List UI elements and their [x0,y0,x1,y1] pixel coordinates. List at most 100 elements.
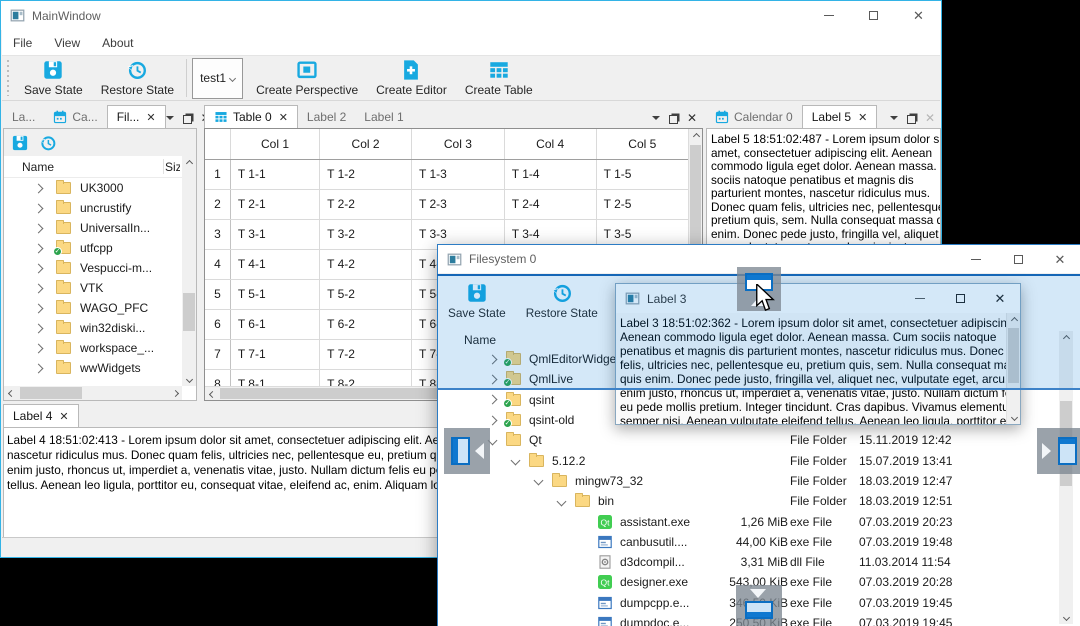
create-editor-button[interactable]: Create Editor [367,57,456,99]
table-row-header[interactable]: 1 [205,158,231,190]
fs-tree-item-bin[interactable]: bin File Folder 18.03.2019 12:51 [438,491,1080,511]
table-cell[interactable]: T 6-1 [229,308,321,340]
left-tree-hscrollbar[interactable] [4,386,182,400]
chevron-right-icon[interactable] [33,203,44,213]
chevron-right-icon[interactable] [33,263,44,273]
tab-la[interactable]: La... [3,106,44,128]
table-cell[interactable]: T 1-3 [411,158,505,190]
tab-label5[interactable]: Label 5 ✕ [801,105,878,128]
table-column-header[interactable]: Col 3 [411,129,505,160]
table-cell[interactable]: T 2-5 [595,188,688,220]
chevron-down-icon[interactable] [510,455,521,466]
tabs-menu-button[interactable] [889,116,898,120]
minimize-button[interactable] [955,245,997,274]
close-group-button[interactable]: ✕ [687,112,697,124]
tree-item-wwWidgets[interactable]: wwWidgets [4,358,182,378]
table-row-header[interactable]: 2 [205,188,231,220]
tabs-menu-button[interactable] [651,116,660,120]
tab-fil[interactable]: Fil... ✕ [106,105,166,128]
table-cell[interactable]: T 2-4 [503,188,597,220]
close-icon[interactable]: ✕ [279,111,288,124]
table-cell[interactable]: T 5-1 [229,278,321,310]
chevron-down-icon[interactable] [556,496,567,507]
maximize-button[interactable] [997,245,1039,274]
undock-button[interactable] [668,114,678,124]
table-column-header[interactable]: Col 4 [503,129,597,160]
chevron-right-icon[interactable] [487,415,498,425]
fs-tree-item-mingw7332[interactable]: mingw73_32 File Folder 18.03.2019 12:47 [438,471,1080,491]
table-cell[interactable]: T 2-1 [229,188,321,220]
tree-column-header[interactable]: Name Size [4,156,196,178]
tree-item-uncrustify[interactable]: uncrustify [4,198,182,218]
table-cell[interactable]: T 6-2 [319,308,412,340]
chevron-down-icon[interactable] [533,475,544,486]
close-icon[interactable]: ✕ [59,410,68,423]
table-cell[interactable]: T 4-2 [319,248,412,280]
tree-item-utfcpp[interactable]: ✓ utfcpp [4,238,182,258]
close-icon[interactable]: ✕ [858,111,867,124]
menu-item-view[interactable]: View [43,30,91,55]
chevron-right-icon[interactable] [33,283,44,293]
tree-item-VTK[interactable]: VTK [4,278,182,298]
chevron-right-icon[interactable] [33,303,44,313]
table-cell[interactable]: T 3-2 [319,218,412,250]
table-row-header[interactable]: 6 [205,308,231,340]
restore-state-button[interactable]: Restore State [92,57,183,99]
table-cell[interactable]: T 1-4 [503,158,597,190]
table-cell[interactable]: T 4-1 [229,248,321,280]
table-cell[interactable]: T 8-2 [319,368,412,386]
chevron-right-icon[interactable] [33,343,44,353]
chevron-right-icon[interactable] [33,223,44,233]
tabs-menu-button[interactable] [165,116,174,120]
undock-button[interactable] [182,114,192,124]
table-column-header[interactable]: Col 5 [595,129,688,160]
create-table-button[interactable]: Create Table [456,57,542,99]
chevron-right-icon[interactable] [33,363,44,373]
perspective-combobox[interactable]: test1 [192,57,244,99]
tree-item-UniversalIn[interactable]: UniversalIn... [4,218,182,238]
table-row-header[interactable]: 8 [205,368,231,386]
table-cell[interactable]: T 3-1 [229,218,321,250]
tab-table0[interactable]: Table 0 ✕ [204,105,298,128]
tab-label4[interactable]: Label 4 ✕ [3,404,79,427]
fs-tree-item-Qt[interactable]: Qt File Folder 15.11.2019 12:42 [438,430,1080,450]
table-cell[interactable]: T 5-2 [319,278,412,310]
table-cell[interactable]: T 1-1 [229,158,321,190]
table-row-header[interactable]: 4 [205,248,231,280]
tree-item-win32diski[interactable]: win32diski... [4,318,182,338]
menu-item-file[interactable]: File [2,30,43,55]
tree-item-workspace[interactable]: workspace_... [4,338,182,358]
close-button[interactable]: ✕ [1039,245,1080,274]
table-cell[interactable]: T 1-5 [595,158,688,190]
table-cell[interactable]: T 2-3 [411,188,505,220]
table-cell[interactable]: T 1-2 [319,158,412,190]
minimize-button[interactable] [806,1,851,30]
table-row-header[interactable]: 7 [205,338,231,370]
dock-right-indicator[interactable] [1037,428,1080,474]
fs-tree-item-assistantexe[interactable]: Qt assistant.exe 1,26 MiB exe File 07.03.201… [438,511,1080,531]
save-icon[interactable] [11,134,29,152]
table-row-header[interactable]: 5 [205,278,231,310]
chevron-right-icon[interactable] [33,183,44,193]
table-cell[interactable]: T 7-1 [229,338,321,370]
tree-item-UK3000[interactable]: UK3000 [4,178,182,198]
table-row-header[interactable]: 3 [205,218,231,250]
chevron-right-icon[interactable] [33,243,44,253]
fs-tree-item-canbusutil[interactable]: canbusutil.... 44,00 KiB exe File 07.03.201… [438,532,1080,552]
restore-icon[interactable] [39,134,57,152]
close-button[interactable]: ✕ [896,1,941,30]
tab-label1[interactable]: Label 1 [355,106,412,128]
table-cell[interactable]: T 7-2 [319,338,412,370]
table-column-header[interactable]: Col 2 [319,129,412,160]
maximize-button[interactable] [851,1,896,30]
tree-item-WAGOPFC[interactable]: WAGO_PFC [4,298,182,318]
tree-item-Vespuccim[interactable]: Vespucci-m... [4,258,182,278]
chevron-right-icon[interactable] [487,394,498,405]
close-group-button[interactable]: ✕ [925,112,935,124]
undock-button[interactable] [906,114,916,124]
left-tree-vscrollbar[interactable] [182,156,196,386]
menu-item-about[interactable]: About [91,30,144,55]
chevron-right-icon[interactable] [33,323,44,333]
main-titlebar[interactable]: MainWindow ✕ [1,1,941,30]
table-column-header[interactable]: Col 1 [229,129,321,160]
